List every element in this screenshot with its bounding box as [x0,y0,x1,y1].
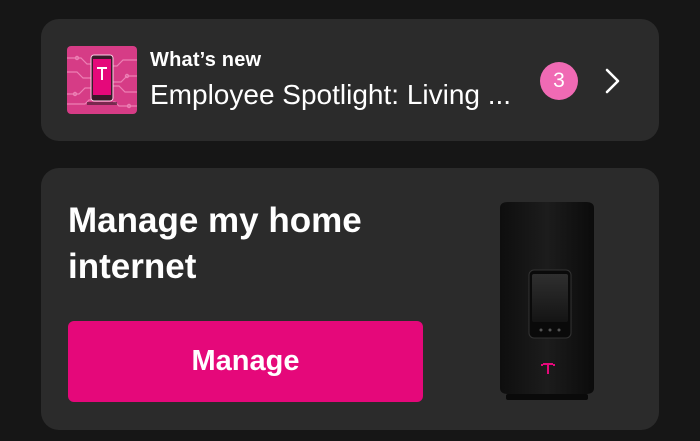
chevron-right-icon[interactable] [603,66,623,96]
home-internet-gateway-image [500,202,594,400]
notification-count-badge: 3 [540,62,578,100]
whats-new-thumbnail [67,46,137,114]
home-internet-card: Manage my home internet Manage [41,168,659,430]
whats-new-label: What’s new [150,49,262,71]
whats-new-card[interactable]: What’s new Employee Spotlight: Living ..… [41,19,659,141]
home-internet-title: Manage my home internet [68,201,362,286]
whats-new-article-title: Employee Spotlight: Living ... [150,79,512,110]
manage-button[interactable]: Manage [68,321,423,402]
